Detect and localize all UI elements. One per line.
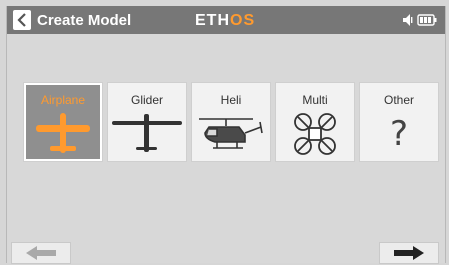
arrow-left-icon xyxy=(26,246,56,260)
tile-label: Glider xyxy=(130,93,163,107)
model-type-airplane[interactable]: Airplane xyxy=(23,82,103,162)
next-button[interactable] xyxy=(379,242,439,264)
battery-icon xyxy=(417,14,437,26)
model-type-glider[interactable]: Glider xyxy=(107,82,187,162)
tile-label: Heli xyxy=(220,93,242,107)
chevron-left-icon xyxy=(17,13,26,27)
page-title: Create Model xyxy=(37,12,132,29)
prev-button[interactable] xyxy=(11,242,71,264)
tile-label: Airplane xyxy=(40,93,86,107)
create-model-screen: Create Model ETHOS Airplane Glider Heli … xyxy=(6,6,446,264)
header-bar: Create Model ETHOS xyxy=(7,6,445,34)
tile-label: Multi xyxy=(302,93,328,107)
model-type-heli[interactable]: Heli xyxy=(191,82,271,162)
status-area xyxy=(403,13,437,27)
tile-label: Other xyxy=(383,93,414,107)
airplane-icon xyxy=(36,113,90,153)
model-type-multi[interactable]: Multi xyxy=(275,82,355,162)
logo-main-text: ETH xyxy=(195,12,230,29)
back-button[interactable] xyxy=(13,10,31,30)
speaker-icon xyxy=(403,14,413,26)
arrow-right-icon xyxy=(394,246,424,260)
model-type-list: Airplane Glider Heli Multi Other ? xyxy=(23,82,441,162)
question-mark-icon: ? xyxy=(389,114,409,154)
helicopter-icon xyxy=(199,118,263,149)
model-type-other[interactable]: Other ? xyxy=(359,82,439,162)
ethos-logo: ETHOS xyxy=(195,11,255,31)
quadcopter-icon xyxy=(294,113,336,155)
logo-accent-text: OS xyxy=(230,12,256,29)
glider-icon xyxy=(112,114,182,152)
